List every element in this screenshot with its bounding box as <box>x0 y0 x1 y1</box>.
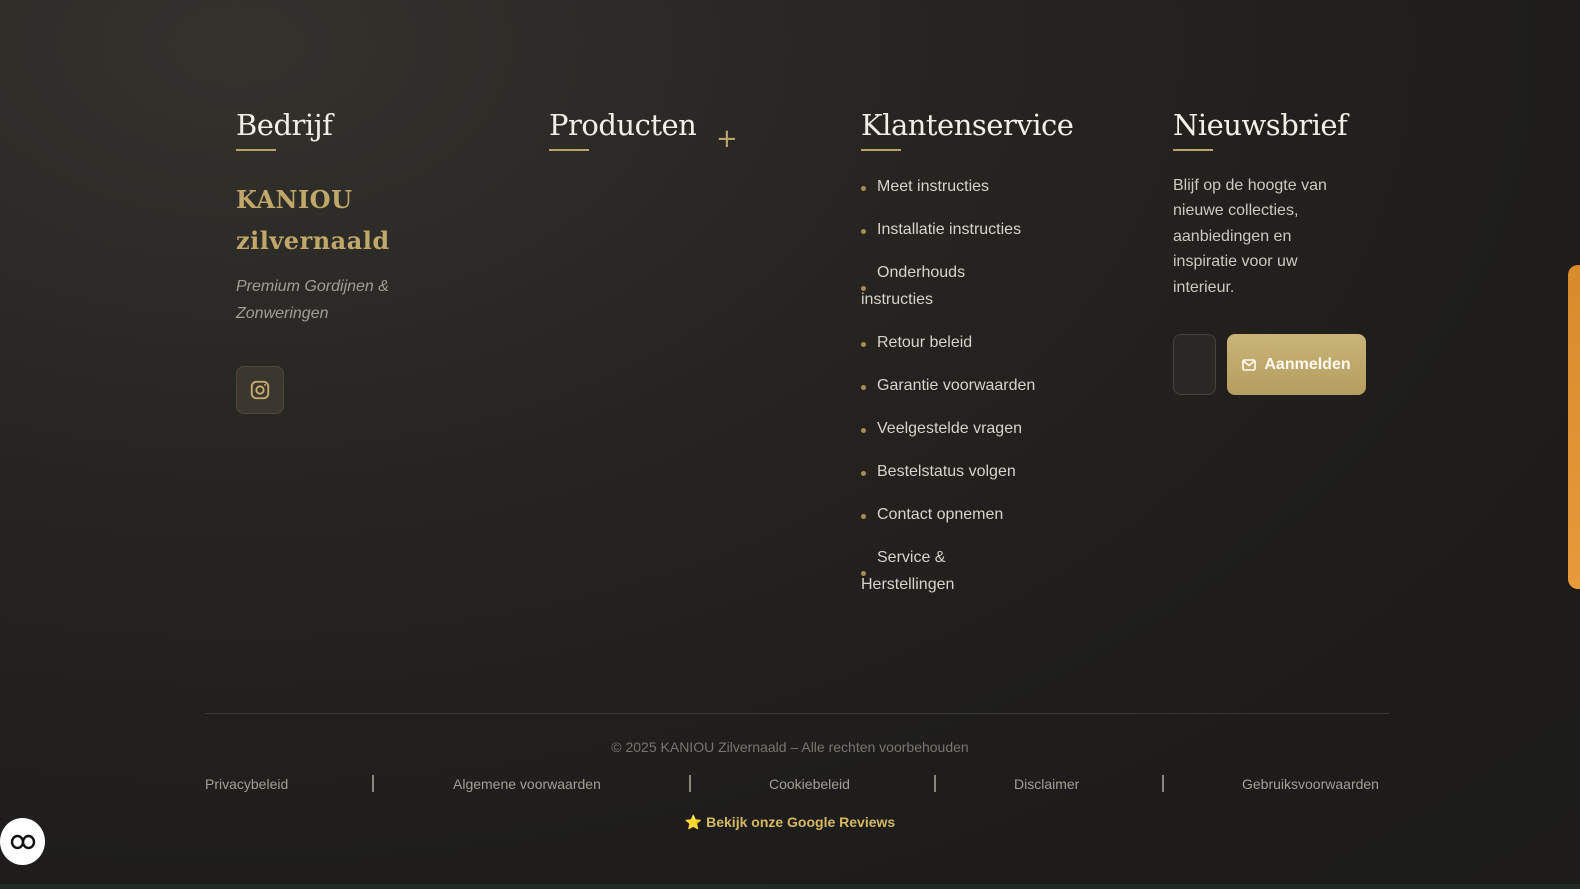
bottom-edge-strip <box>0 884 1580 889</box>
service-link-label: Service & <box>877 548 946 566</box>
subscribe-button-label: Aanmelden <box>1264 355 1351 373</box>
company-column: Bedrijf KANIOU zilvernaald Premium Gordi… <box>236 108 390 414</box>
brand-tagline-line1: Premium Gordijnen & <box>236 277 389 295</box>
brand-name-line1: KANIOU <box>236 184 353 214</box>
link-gebruiksvoorwaarden[interactable]: Gebruiksvoorwaarden <box>1242 776 1379 792</box>
newsletter-text-line: aanbiedingen en <box>1173 227 1292 245</box>
service-link-label: instructies <box>861 290 934 308</box>
brand-name-line2: zilvernaald <box>236 225 390 255</box>
mail-icon <box>1242 358 1257 371</box>
newsletter-title-underline <box>1173 148 1213 151</box>
service-link-label: Contact opnemen <box>877 505 1004 523</box>
service-link[interactable]: Retour beleid <box>861 329 1046 356</box>
link-separator <box>1162 775 1164 792</box>
newsletter-email-input[interactable] <box>1173 334 1216 395</box>
newsletter-text-line: nieuwe collecties, <box>1173 202 1299 220</box>
products-expand-icon[interactable]: + <box>716 126 738 152</box>
accessibility-icon <box>10 834 35 849</box>
service-link[interactable]: Garantie voorwaarden <box>861 372 1046 399</box>
copyright-text: © 2025 KANIOU Zilvernaald – Alle rechten… <box>611 739 969 755</box>
bullet-icon <box>861 513 866 519</box>
bullet-icon <box>861 427 866 433</box>
link-algemene-voorwaarden[interactable]: Algemene voorwaarden <box>453 776 601 792</box>
bullet-icon <box>861 341 866 347</box>
newsletter-text-line: inspiratie voor uw <box>1173 253 1298 271</box>
service-title-underline <box>861 148 901 151</box>
accessibility-button[interactable] <box>0 818 45 865</box>
service-link-label: Onderhouds <box>877 263 966 281</box>
service-link[interactable]: Meet instructies <box>861 173 1046 200</box>
service-link-label: Meet instructies <box>877 177 990 195</box>
bullet-icon <box>861 570 866 576</box>
brand-tagline: Premium Gordijnen & Zonweringen <box>236 273 390 327</box>
service-link[interactable]: Onderhouds instructies <box>861 259 1046 313</box>
service-link-label: Bestelstatus volgen <box>877 462 1016 480</box>
bullet-icon <box>861 384 866 390</box>
service-link-label: Herstellingen <box>861 575 955 593</box>
service-link[interactable]: Bestelstatus volgen <box>861 458 1046 485</box>
service-links-list: Meet instructies Installatie instructies O… <box>861 173 1046 598</box>
link-separator <box>934 775 936 792</box>
newsletter-text-line: interieur. <box>1173 278 1235 296</box>
newsletter-description: Blijf op de hoogte van nieuwe collecties,… <box>1173 173 1348 301</box>
link-privacybeleid[interactable]: Privacybeleid <box>205 776 288 792</box>
link-disclaimer[interactable]: Disclaimer <box>1014 776 1079 792</box>
products-title-underline <box>549 148 589 151</box>
side-feedback-tab[interactable] <box>1568 265 1580 589</box>
service-title: Klantenservice <box>861 108 1074 142</box>
google-reviews-label: Bekijk onze Google Reviews <box>706 814 896 830</box>
service-link[interactable]: Veelgestelde vragen <box>861 415 1046 442</box>
bullet-icon <box>861 470 866 476</box>
google-reviews-link[interactable]: ⭐ Bekijk onze Google Reviews <box>0 814 1580 831</box>
newsletter-column: Nieuwsbrief Blijf op de hoogte van nieuwe… <box>1173 108 1366 395</box>
link-separator <box>372 775 374 792</box>
service-link-label: Installatie instructies <box>877 220 1022 238</box>
link-separator <box>689 775 691 792</box>
service-link-label: Retour beleid <box>877 333 973 351</box>
newsletter-title: Nieuwsbrief <box>1173 108 1348 142</box>
bullet-icon <box>861 185 866 191</box>
footer-divider <box>205 713 1389 714</box>
company-title: Bedrijf <box>236 108 333 142</box>
service-column: Klantenservice Meet instructies Installat… <box>861 108 1074 614</box>
newsletter-text-line: Blijf op de hoogte van <box>1173 176 1327 194</box>
link-cookiebeleid[interactable]: Cookiebeleid <box>769 776 850 792</box>
star-icon: ⭐ <box>684 814 703 830</box>
service-link-label: Garantie voorwaarden <box>877 376 1036 394</box>
instagram-icon <box>250 380 270 400</box>
products-column: Producten <box>549 108 697 151</box>
service-link[interactable]: Service & Herstellingen <box>861 544 1046 598</box>
bullet-icon <box>861 228 866 234</box>
subscribe-button[interactable]: Aanmelden <box>1227 334 1366 395</box>
service-link[interactable]: Installatie instructies <box>861 216 1046 243</box>
instagram-button[interactable] <box>236 366 284 414</box>
company-title-underline <box>236 148 276 151</box>
service-link-label: Veelgestelde vragen <box>877 419 1022 437</box>
bullet-icon <box>861 285 866 291</box>
products-title[interactable]: Producten <box>549 108 697 143</box>
service-link[interactable]: Contact opnemen <box>861 501 1046 528</box>
brand-logo[interactable]: KANIOU zilvernaald <box>236 179 390 261</box>
brand-tagline-line2: Zonweringen <box>236 304 329 322</box>
